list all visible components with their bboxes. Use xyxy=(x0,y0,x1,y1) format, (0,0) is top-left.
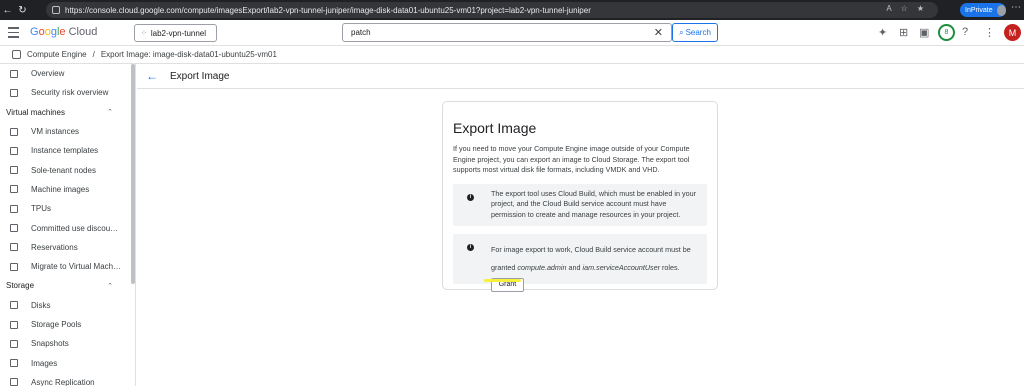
lock-icon xyxy=(52,6,60,14)
favorite-star-icon[interactable]: ☆ xyxy=(901,4,908,13)
search-button[interactable]: ⌕ Search xyxy=(672,23,718,42)
tpu-icon xyxy=(10,204,18,213)
sidebar-item-reservations[interactable]: Reservations xyxy=(0,238,135,257)
address-bar[interactable]: https://console.cloud.google.com/compute… xyxy=(46,2,938,18)
search-icon: ⌕ xyxy=(679,27,684,37)
sidebar-item-sole-tenant[interactable]: Sole-tenant nodes xyxy=(0,160,135,179)
sidebar-item-snapshots[interactable]: Snapshots xyxy=(0,334,135,353)
chevron-up-icon: ⌃ xyxy=(107,109,113,117)
breadcrumb-root[interactable]: Compute Engine xyxy=(27,50,87,59)
sidebar-item-committed-use[interactable]: Committed use discou… xyxy=(0,218,135,237)
back-arrow-icon[interactable]: ← xyxy=(146,69,158,83)
inprivate-badge[interactable]: InPrivate xyxy=(960,3,1006,17)
search-value: patch xyxy=(351,28,371,37)
sidebar-item-instance-templates[interactable]: Instance templates xyxy=(0,141,135,160)
favorites-icon[interactable]: ★ xyxy=(917,4,924,13)
url-text: https://console.cloud.google.com/compute… xyxy=(65,5,591,15)
browser-menu-icon[interactable]: ⋯ xyxy=(1011,2,1021,13)
sidebar-section-vms[interactable]: Virtual machines ⌃ xyxy=(0,103,135,122)
export-image-card: Export Image If you need to move your Co… xyxy=(442,101,718,292)
console-header: Google Cloud ⁘ lab2-vpn-tunnel patch ✕ ⌕… xyxy=(0,20,1024,46)
compute-engine-icon xyxy=(12,50,21,59)
template-icon xyxy=(10,146,18,155)
profile-avatar-icon xyxy=(996,4,1006,16)
storage-pool-icon xyxy=(10,320,18,329)
shield-icon xyxy=(10,88,18,97)
overview-icon xyxy=(10,69,18,78)
page-header: ← Export Image xyxy=(146,69,229,83)
sidebar-item-vm-instances[interactable]: VM instances xyxy=(0,122,135,141)
sidebar-item-storage-pools[interactable]: Storage Pools xyxy=(0,315,135,334)
notifications-badge[interactable]: 8 xyxy=(938,24,955,41)
page-title: Export Image xyxy=(170,70,230,82)
breadcrumb-current: Export Image: image-disk-data01-ubuntu25… xyxy=(100,50,277,59)
disk-icon xyxy=(10,301,18,310)
cloud-build-note: i The export tool uses Cloud Build, whic… xyxy=(453,183,707,226)
chevron-up-icon: ⌃ xyxy=(107,282,113,290)
card-title: Export Image xyxy=(453,120,537,136)
node-icon xyxy=(10,166,18,175)
refresh-icon[interactable]: ↻ xyxy=(15,5,30,16)
sidebar-item-overview[interactable]: Overview xyxy=(0,64,135,83)
google-cloud-logo[interactable]: Google Cloud xyxy=(30,26,97,38)
divider xyxy=(137,88,1024,89)
machine-image-icon xyxy=(10,185,18,194)
sidebar-item-images[interactable]: Images xyxy=(0,353,135,372)
account-avatar[interactable]: M xyxy=(1004,24,1021,41)
migrate-icon xyxy=(10,262,18,271)
permission-note: i For image export to work, Cloud Build … xyxy=(453,233,707,292)
sidebar-scrollbar[interactable] xyxy=(131,64,135,284)
breadcrumb: Compute Engine / Export Image: image-dis… xyxy=(0,46,1024,64)
calendar-icon xyxy=(10,243,18,252)
snapshot-icon xyxy=(10,339,18,348)
image-icon xyxy=(10,359,18,368)
menu-icon[interactable] xyxy=(8,27,19,41)
sidebar-item-disks[interactable]: Disks xyxy=(0,296,135,315)
inprivate-label: InPrivate xyxy=(965,6,993,14)
sidebar-item-async-replication[interactable]: Async Replication xyxy=(0,373,135,386)
project-name: lab2-vpn-tunnel xyxy=(150,28,207,38)
more-vert-icon[interactable]: ⋮ xyxy=(984,26,995,39)
project-picker[interactable]: ⁘ lab2-vpn-tunnel xyxy=(134,24,217,42)
sidebar-item-migrate[interactable]: Migrate to Virtual Mach… xyxy=(0,257,135,276)
card-description: If you need to move your Compute Engine … xyxy=(453,144,690,174)
info-icon: i xyxy=(467,243,474,251)
browser-toolbar: ← ↻ https://console.cloud.google.com/com… xyxy=(0,0,1024,20)
sidebar-item-machine-images[interactable]: Machine images xyxy=(0,180,135,199)
back-icon[interactable]: ← xyxy=(0,5,15,16)
replication-icon xyxy=(10,378,18,386)
highlight-mark xyxy=(484,279,521,282)
help-icon[interactable]: ? xyxy=(962,26,968,38)
cloud-shell-icon[interactable]: ▣ xyxy=(919,26,929,39)
search-input[interactable]: patch ✕ xyxy=(342,23,672,42)
sidebar-item-security-risk[interactable]: Security risk overview xyxy=(0,83,135,102)
gift-icon[interactable]: ⊞ xyxy=(899,26,908,39)
sidebar-item-tpus[interactable]: TPUs xyxy=(0,199,135,218)
clear-icon[interactable]: ✕ xyxy=(654,26,663,39)
sidebar-section-storage[interactable]: Storage ⌃ xyxy=(0,276,135,295)
sidebar: Overview Security risk overview Virtual … xyxy=(0,64,136,386)
read-aloud-icon[interactable]: A xyxy=(886,4,891,13)
percent-icon xyxy=(10,224,18,233)
gemini-sparkle-icon[interactable]: ✦ xyxy=(878,26,887,39)
project-icon: ⁘ xyxy=(141,30,147,37)
info-icon: i xyxy=(467,193,474,201)
vm-icon xyxy=(10,127,18,136)
